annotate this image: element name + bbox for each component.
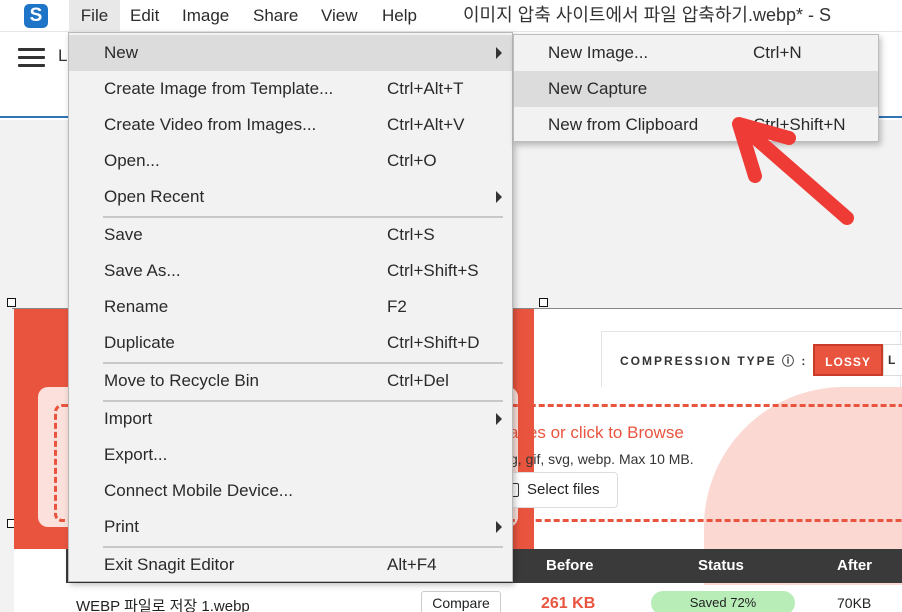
menu-share[interactable]: Share	[253, 0, 298, 32]
submenu-item-label: New Image...	[548, 43, 649, 62]
annotation-arrow-icon	[732, 117, 854, 225]
selection-handle[interactable]	[7, 298, 16, 307]
menu-item-label: Save	[104, 225, 143, 244]
menu-item-create-image-from-template[interactable]: Create Image from Template... Ctrl+Alt+T	[69, 71, 512, 107]
menu-item-label: Open Recent	[104, 187, 205, 206]
menubar: S File Edit Image Share View Help 이미지 압축…	[0, 0, 902, 32]
menu-item-export[interactable]: Export...	[69, 437, 512, 473]
compression-type-label: COMPRESSION TYPE ⓘ :	[620, 354, 808, 368]
menu-item-exit[interactable]: Exit Snagit Editor Alt+F4	[69, 547, 512, 583]
menu-item-shortcut: F2	[387, 297, 407, 316]
menu-item-label: Save As...	[104, 261, 181, 280]
menu-item-new[interactable]: New	[69, 35, 512, 71]
menu-item-shortcut: Ctrl+Del	[387, 371, 449, 390]
submenu-item-new-image[interactable]: New Image... Ctrl+N	[514, 35, 878, 71]
menu-item-label: New	[104, 43, 139, 62]
header-before: Before	[546, 557, 594, 574]
submenu-arrow-icon	[496, 191, 502, 203]
table-row: WEBP 파일로 저장 1.webp Compare 261 KB Saved …	[66, 585, 902, 612]
file-menu-dropdown: New Create Image from Template... Ctrl+A…	[68, 32, 513, 582]
menu-item-label: Create Video from Images...	[104, 115, 317, 134]
submenu-item-shortcut: Ctrl+N	[753, 43, 802, 62]
drop-zone-subtitle: g, gif, svg, webp. Max 10 MB.	[510, 451, 694, 467]
menu-item-print[interactable]: Print	[69, 509, 512, 545]
menu-item-label: Move to Recycle Bin	[104, 371, 259, 390]
menu-item-duplicate[interactable]: Duplicate Ctrl+Shift+D	[69, 325, 512, 361]
selection-handle[interactable]	[539, 298, 548, 307]
menu-item-open[interactable]: Open... Ctrl+O	[69, 143, 512, 179]
menu-view[interactable]: View	[321, 0, 358, 32]
menu-item-shortcut: Ctrl+Alt+V	[387, 115, 465, 134]
menu-item-import[interactable]: Import	[69, 401, 512, 437]
compression-type-box: COMPRESSION TYPE ⓘ : LOSSY L	[601, 331, 902, 387]
select-files-label: Select files	[527, 481, 600, 498]
header-after: After	[837, 557, 873, 574]
snagit-logo-icon[interactable]: S	[24, 4, 48, 28]
menu-item-label: Import	[104, 409, 153, 428]
submenu-item-new-capture[interactable]: New Capture	[514, 71, 878, 107]
menu-item-open-recent[interactable]: Open Recent	[69, 179, 512, 215]
menu-item-shortcut: Ctrl+S	[387, 225, 435, 244]
menu-item-shortcut: Ctrl+Shift+D	[387, 333, 480, 352]
size-before: 261 KB	[541, 595, 596, 612]
menu-item-label: Export...	[104, 445, 168, 464]
menu-item-connect-mobile-device[interactable]: Connect Mobile Device...	[69, 473, 512, 509]
menu-item-label: Open...	[104, 151, 160, 170]
drop-zone-title: ages or click to Browse	[509, 423, 684, 442]
size-after: 70KB	[837, 595, 872, 611]
submenu-item-label: New Capture	[548, 79, 648, 98]
submenu-arrow-icon	[496, 47, 502, 59]
menu-item-save[interactable]: Save Ctrl+S	[69, 217, 512, 253]
toolbar-partial-label: L	[58, 46, 68, 65]
menu-edit[interactable]: Edit	[130, 0, 159, 32]
menu-item-shortcut: Ctrl+O	[387, 151, 437, 170]
submenu-arrow-icon	[496, 413, 502, 425]
menu-item-label: Duplicate	[104, 333, 175, 352]
compare-button[interactable]: Compare	[421, 591, 501, 612]
lossless-button[interactable]: L	[883, 344, 902, 376]
document-title: 이미지 압축 사이트에서 파일 압축하기.webp* - S	[463, 5, 832, 25]
menu-item-shortcut: Ctrl+Alt+T	[387, 79, 464, 98]
lossy-button[interactable]: LOSSY	[813, 344, 883, 376]
status-badge: Saved 72%	[651, 591, 795, 612]
menu-item-label: Print	[104, 517, 139, 536]
header-status: Status	[698, 557, 744, 574]
menu-item-save-as[interactable]: Save As... Ctrl+Shift+S	[69, 253, 512, 289]
menu-help[interactable]: Help	[382, 0, 417, 32]
menu-item-shortcut: Alt+F4	[387, 555, 437, 574]
submenu-item-label: New from Clipboard	[548, 115, 699, 134]
menu-item-label: Rename	[104, 297, 169, 316]
menu-item-shortcut: Ctrl+Shift+S	[387, 261, 479, 280]
menu-file[interactable]: File	[69, 0, 120, 32]
menu-item-label: Create Image from Template...	[104, 79, 334, 98]
menu-image[interactable]: Image	[182, 0, 229, 32]
submenu-arrow-icon	[496, 521, 502, 533]
menu-item-label: Connect Mobile Device...	[104, 481, 293, 500]
menu-item-move-to-recycle-bin[interactable]: Move to Recycle Bin Ctrl+Del	[69, 363, 512, 399]
file-name: WEBP 파일로 저장 1.webp	[76, 598, 250, 612]
menu-item-rename[interactable]: Rename F2	[69, 289, 512, 325]
menu-item-label: Exit Snagit Editor	[104, 555, 235, 574]
hamburger-menu-icon[interactable]	[18, 48, 45, 68]
menu-item-create-video-from-images[interactable]: Create Video from Images... Ctrl+Alt+V	[69, 107, 512, 143]
